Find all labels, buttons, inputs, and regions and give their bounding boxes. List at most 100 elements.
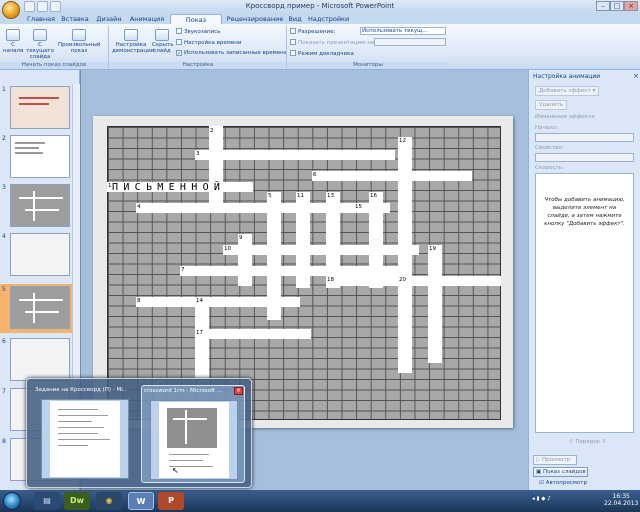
resolution-dropdown[interactable]: Использовать текущ... [360, 27, 446, 35]
presenter-view-checkbox[interactable]: Режим докладчика [290, 50, 354, 57]
clue-number: 8 [137, 298, 141, 304]
slide-number: 7 [2, 388, 6, 395]
setup-show-button[interactable]: Настройка демонстрации [112, 29, 154, 54]
record-narration-button[interactable]: Звукозапись [176, 28, 220, 35]
clue-number: 7 [181, 267, 185, 273]
slide-number: 1 [2, 86, 6, 93]
clue-number: 19 [429, 246, 436, 252]
tab-addins[interactable]: Надстройки [308, 14, 349, 24]
slide-thumbnail-row[interactable]: 1 [0, 84, 75, 133]
tab-review[interactable]: Рецензирование [226, 14, 284, 24]
from-current-button[interactable]: С текущего слайда [25, 29, 55, 60]
add-effect-button[interactable]: Добавить эффект ▾ [535, 86, 600, 96]
hide-slide-label: Скрыть слайд [152, 42, 174, 54]
crossword-answer-word: ПИСЬМЕННОЙ [112, 182, 226, 193]
tab-view[interactable]: Вид [286, 14, 304, 24]
window-thumbnail-hovered[interactable]: crossword 1rm - Microsoft ... × ↖ [141, 385, 245, 483]
slide-thumbnail[interactable] [10, 184, 70, 227]
slide-thumbnail-row[interactable]: 4 [0, 231, 75, 280]
tab-home[interactable]: Главная [26, 14, 56, 24]
remove-effect-button[interactable]: Удалить [535, 100, 568, 110]
clue-number: 18 [327, 277, 334, 283]
animation-list[interactable]: Чтобы добавить анимацию, выделите элемен… [535, 173, 634, 433]
clue-number: 9 [239, 235, 243, 241]
slide-number: 5 [2, 286, 6, 293]
maximize-button[interactable]: □ [610, 1, 624, 11]
slideshow-button[interactable]: ▣ Показ слайдов [533, 467, 588, 477]
slide-thumbnail-row[interactable]: 3 [0, 182, 75, 231]
clock-date: 22.04.2013 [604, 500, 639, 507]
folder-icon[interactable]: ▤ [34, 492, 60, 510]
pane-title: Настройка анимации [533, 73, 601, 80]
slide-thumbnail-row[interactable]: 2 [0, 133, 75, 182]
crossword-entry [223, 245, 419, 255]
clue-number: 6 [313, 172, 317, 178]
custom-show-button[interactable]: Произвольный показ [58, 29, 100, 54]
slide-thumbnail[interactable] [10, 135, 70, 178]
group-label-start: Начать показ слайдов [0, 62, 108, 68]
preview-button[interactable]: ▷ Просмотр [533, 455, 577, 465]
minimize-button[interactable]: – [596, 1, 610, 11]
rehearse-timings-button[interactable]: Настройка времени [176, 39, 241, 46]
mouse-cursor-icon: ↖ [172, 466, 179, 475]
show-on-dropdown[interactable] [374, 38, 446, 46]
clue-number: 17 [196, 330, 203, 336]
add-effect-label: Добавить эффект [539, 88, 591, 94]
show-on-label: Показать презентацию на: [290, 39, 376, 46]
property-dropdown[interactable] [535, 153, 634, 162]
clue-number: 12 [399, 138, 406, 144]
crossword-entry [195, 329, 311, 339]
dreamweaver-icon[interactable]: Dw [64, 492, 90, 510]
rehearse-label: Настройка времени [184, 40, 242, 46]
powerpoint-icon[interactable]: P [158, 492, 184, 510]
word-icon[interactable]: W [128, 492, 154, 510]
start-dropdown[interactable] [535, 133, 634, 142]
slide-thumbnail[interactable] [10, 86, 70, 129]
clue-number: 11 [297, 193, 304, 199]
crossword-entry [296, 192, 310, 288]
use-timings-checkbox[interactable]: ✓ Использовать записанные времена [176, 50, 287, 57]
slideshow-label: Показ слайдов [542, 469, 586, 475]
window-thumbnail-title: crossword 1rm - Microsoft ... [144, 388, 223, 394]
hide-slide-button[interactable]: Скрыть слайд [152, 29, 174, 54]
window-thumbnail[interactable]: Задание на Кроссворд (П) - Mi... [33, 385, 137, 483]
slide-thumbnail[interactable] [10, 338, 70, 381]
checkbox-icon [290, 50, 296, 56]
from-start-button[interactable]: С начала [3, 29, 23, 54]
start-button[interactable] [3, 492, 21, 510]
tab-animation[interactable]: Анимация [128, 14, 166, 24]
clock[interactable]: 16:35 22.04.2013 [604, 493, 638, 507]
close-thumbnail-button[interactable]: × [234, 387, 243, 395]
slide-thumbnail-row-selected[interactable]: 5 [0, 284, 75, 333]
tray-icons[interactable]: ◂ ▮ ◆ ♪ [532, 496, 551, 502]
presenter-view-label: Режим докладчика [298, 51, 354, 57]
group-separator [286, 26, 287, 68]
slide-thumbnail[interactable] [10, 286, 70, 329]
tab-design[interactable]: Дизайн [94, 14, 124, 24]
crossword-entry [238, 234, 252, 286]
slide-number: 8 [2, 438, 6, 445]
clue-number: 15 [355, 204, 362, 210]
custom-show-label: Произвольный показ [58, 42, 101, 54]
animation-hint: Чтобы добавить анимацию, выделите элемен… [544, 197, 625, 227]
slide-thumbnail[interactable] [10, 233, 70, 276]
close-button[interactable]: × [624, 1, 638, 11]
tab-slideshow[interactable]: Показ слайдов [170, 14, 222, 34]
title-bar: Кроссворд пример - Microsoft PowerPoint … [0, 0, 640, 19]
slides-scrollbar[interactable] [72, 84, 80, 384]
crossword-entry [428, 245, 442, 363]
office-button[interactable] [2, 1, 20, 19]
slide-number: 4 [2, 233, 6, 240]
chrome-icon[interactable]: ◉ [96, 492, 122, 510]
from-start-label: С начала [3, 42, 24, 54]
crossword-entry [195, 150, 395, 160]
crossword-entry [136, 203, 390, 213]
show-on-label-text: Показать презентацию на: [298, 40, 377, 46]
close-pane-icon[interactable]: × [633, 72, 639, 80]
crossword-entry [369, 192, 383, 288]
clue-number: 2 [210, 128, 214, 134]
slideshow-start-icon [6, 29, 20, 41]
tab-insert[interactable]: Вставка [60, 14, 90, 24]
slide-number: 3 [2, 184, 6, 191]
autopreview-checkbox[interactable]: ☑ Автопросмотр [539, 480, 587, 486]
